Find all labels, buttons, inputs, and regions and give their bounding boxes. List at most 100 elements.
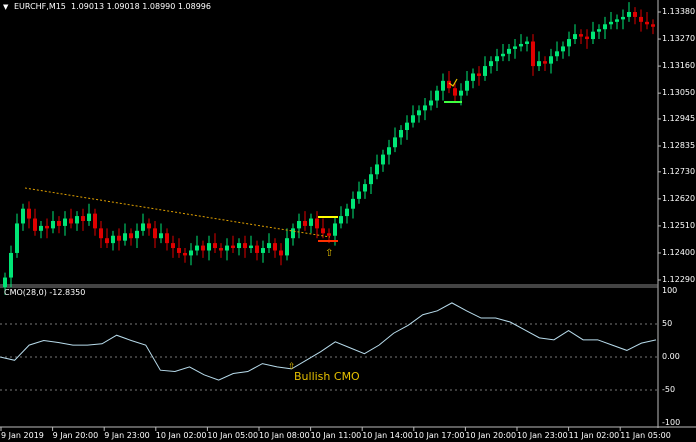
bull-candle [357, 191, 361, 198]
time-tick-label: 10 Jan 05:00 [207, 431, 258, 440]
bear-candle [117, 236, 121, 241]
bear-candle [33, 219, 37, 231]
bull-candle [621, 17, 625, 19]
cmo-tick-label: 50 [662, 319, 672, 329]
bear-candle [45, 226, 49, 228]
bear-candle [633, 12, 637, 17]
bull-candle [435, 91, 439, 101]
price-tick-label: 1.12730 [662, 167, 695, 177]
cmo-indicator-label: CMO(28,0) -12.8350 [4, 288, 85, 297]
bull-candle [51, 221, 55, 228]
bull-candle [189, 250, 193, 255]
bull-candle [465, 81, 469, 91]
bull-candle [123, 233, 127, 240]
bull-candle [207, 243, 211, 250]
bull-candle [195, 246, 199, 251]
bull-candle [603, 24, 607, 29]
bear-candle [645, 22, 649, 24]
time-tick-label: 10 Jan 11:00 [311, 431, 362, 440]
cmo-tick-label: 100 [662, 286, 677, 296]
bull-candle [423, 105, 427, 110]
bull-candle [369, 174, 373, 184]
bull-candle [111, 236, 115, 243]
bull-candle [561, 46, 565, 51]
bear-candle [639, 17, 643, 22]
bull-candle [399, 130, 403, 137]
bull-candle [75, 216, 79, 223]
bull-candle [309, 219, 313, 226]
bull-candle [339, 216, 343, 223]
bear-candle [27, 209, 31, 219]
bull-candle [405, 123, 409, 130]
up-arrow-icon: ⇧ [325, 248, 333, 259]
bear-candle [213, 243, 217, 248]
bear-candle [165, 233, 169, 243]
bull-candle [519, 44, 523, 46]
bull-candle [495, 56, 499, 61]
bull-candle [345, 209, 349, 216]
bull-candle [555, 51, 559, 56]
bear-candle [255, 246, 259, 253]
price-tick-label: 1.12400 [662, 248, 695, 258]
bull-candle [381, 155, 385, 165]
time-tick-label: 9 Jan 23:00 [104, 431, 150, 440]
bull-candle [375, 164, 379, 174]
bull-candle [441, 81, 445, 91]
bull-candle [411, 115, 415, 122]
time-tick-label: 9 Jan 20:00 [53, 431, 99, 440]
bull-candle [507, 49, 511, 54]
bear-candle [231, 246, 235, 248]
bear-candle [177, 248, 181, 253]
bull-candle [471, 73, 475, 80]
bull-candle [159, 233, 163, 238]
price-tick-label: 1.12510 [662, 221, 695, 231]
bear-candle [201, 246, 205, 251]
bull-candle [15, 223, 19, 253]
bear-candle [453, 88, 457, 95]
bull-candle [609, 22, 613, 24]
bear-candle [69, 219, 73, 224]
bear-candle [477, 73, 481, 75]
time-tick-label: 10 Jan 14:00 [362, 431, 413, 440]
bear-candle [243, 243, 247, 248]
bull-candle [573, 34, 577, 39]
bear-candle [315, 219, 319, 229]
bull-candle [525, 42, 529, 44]
bull-candle [39, 226, 43, 231]
bear-candle [147, 223, 151, 228]
bear-candle [531, 42, 535, 67]
price-tick-label: 1.13160 [662, 61, 695, 71]
bull-candle [21, 209, 25, 224]
bull-candle [597, 29, 601, 31]
price-tick-label: 1.12835 [662, 141, 695, 151]
bull-candle [537, 61, 541, 66]
bull-candle [333, 223, 337, 235]
bull-candle [285, 238, 289, 255]
bull-candle [3, 278, 7, 288]
bull-candle [135, 231, 139, 238]
bear-candle [93, 214, 97, 229]
price-tick-label: 1.13050 [662, 88, 695, 98]
menu-triangle-icon[interactable]: ▼ [3, 3, 8, 11]
cmo-tick-label: -100 [662, 418, 680, 428]
bull-candle [225, 246, 229, 251]
cmo-tick-label: 0.00 [662, 352, 680, 362]
bear-candle [57, 221, 61, 226]
bull-candle [363, 184, 367, 191]
bull-candle [429, 101, 433, 106]
bull-candle [513, 46, 517, 48]
bull-candle [615, 19, 619, 21]
bull-candle [63, 219, 67, 226]
cmo-line [0, 303, 656, 380]
bear-candle [273, 243, 277, 250]
cmo-tick-label: -50 [662, 385, 675, 395]
time-tick-label: 9 Jan 2019 [1, 431, 44, 440]
bull-candle [237, 243, 241, 248]
bull-candle [141, 223, 145, 230]
bear-candle [543, 61, 547, 63]
price-tick-label: 1.12620 [662, 194, 695, 204]
bear-candle [579, 34, 583, 36]
bull-candle [87, 214, 91, 221]
bear-candle [183, 253, 187, 255]
bull-candle [591, 32, 595, 39]
